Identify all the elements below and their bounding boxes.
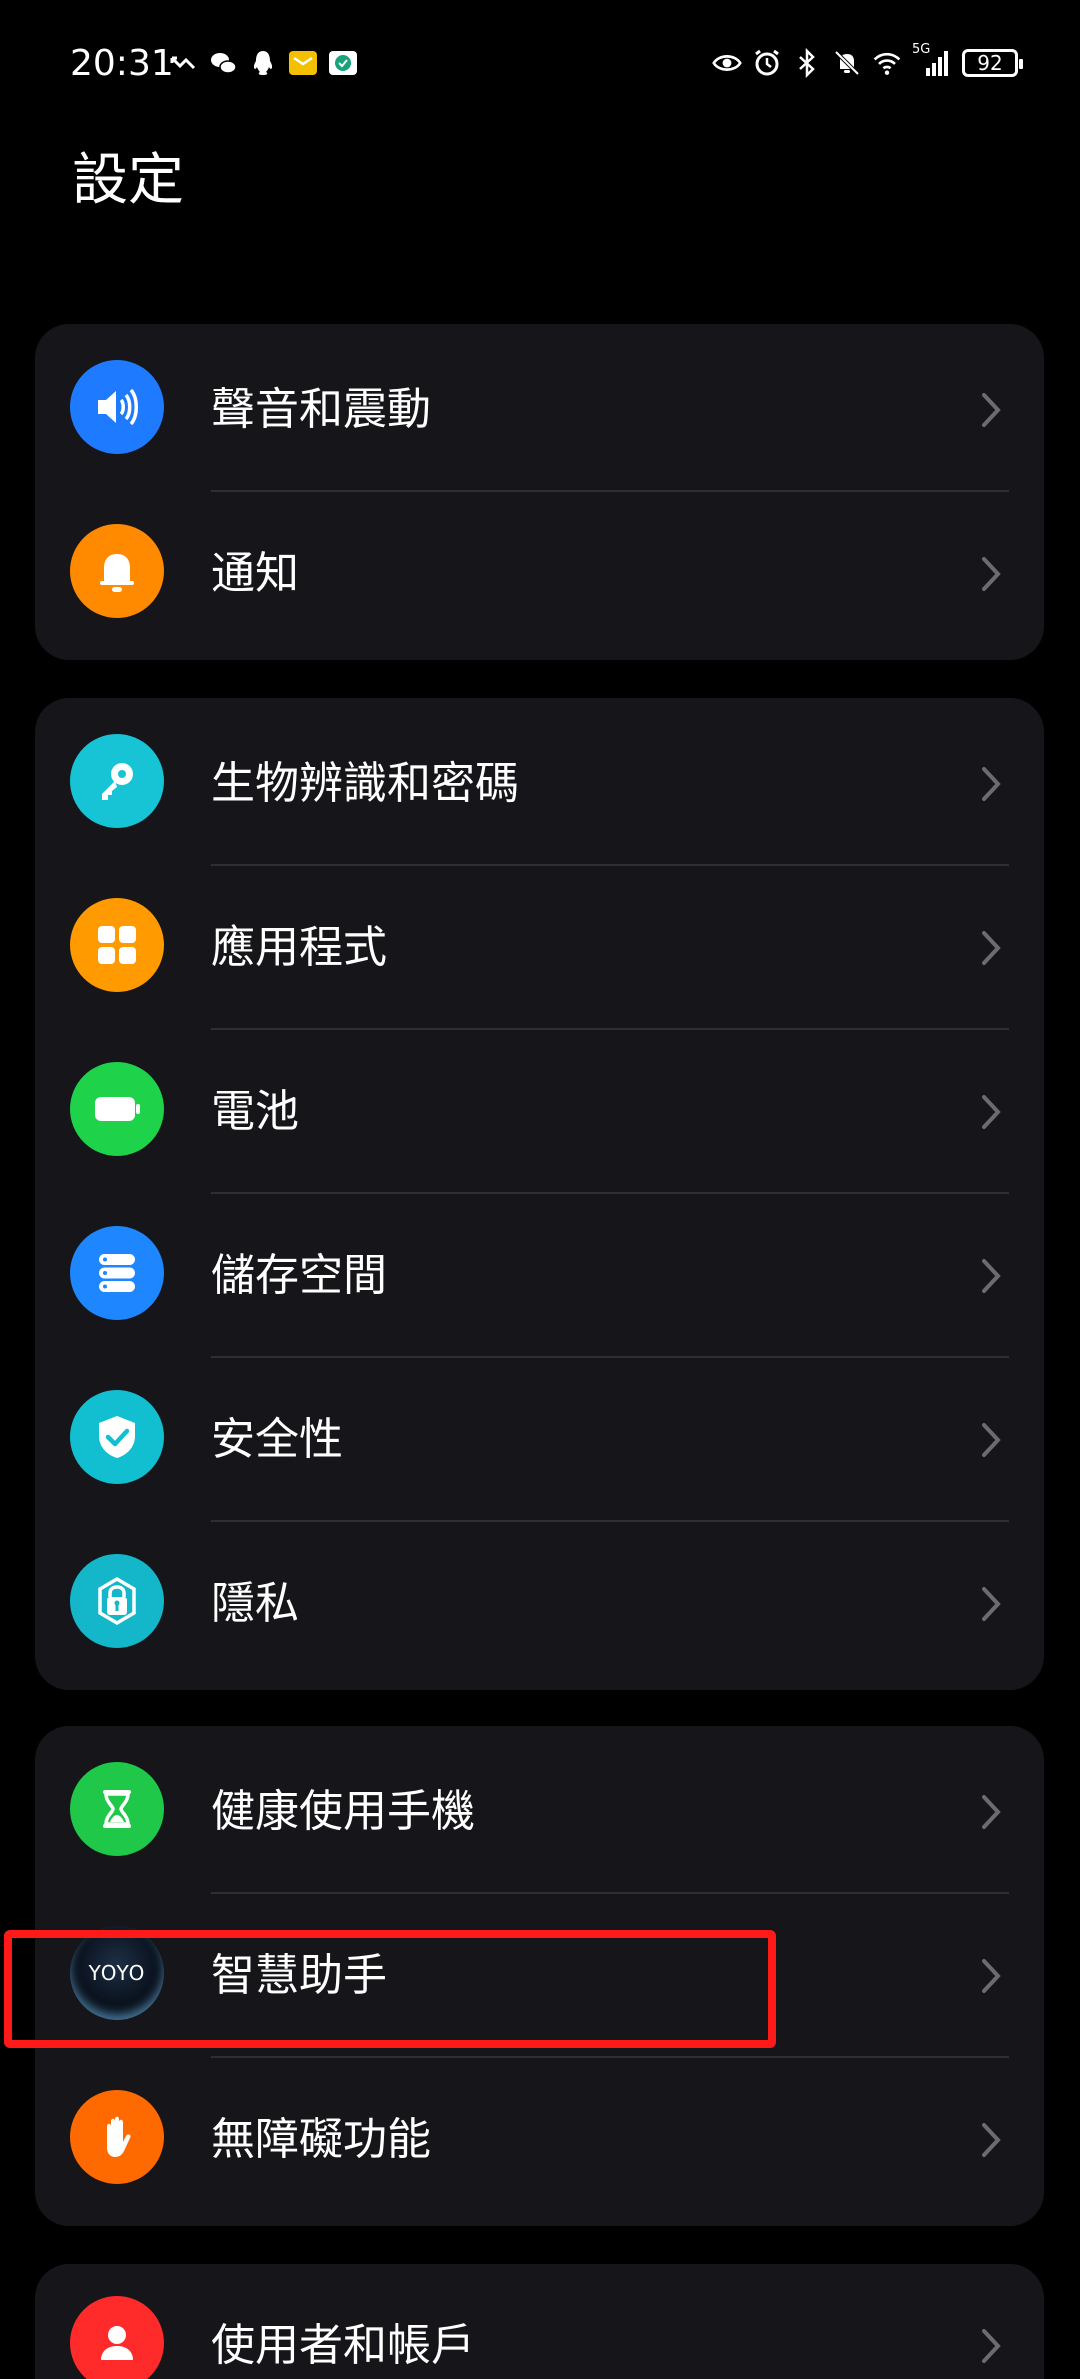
settings-item-battery[interactable]: 電池 [35,1030,1044,1194]
settings-group-system: 生物辨識和密碼 應用程式 電池 儲存空間 安全性 隱私 [35,698,1044,1690]
chevron-right-icon [978,1420,1004,1460]
settings-item-smart-assistant[interactable]: YOYO 智慧助手 [35,1894,1044,2058]
system-status-icons: 5G 92 [712,42,1023,78]
chevron-right-icon [978,928,1004,968]
settings-screen: 20:31 5G 92 設定 聲音和震動 通知 生物辨識和密碼 應用程式 電池 … [0,0,1080,2379]
settings-item-label: 隱私 [211,1578,299,1629]
app-notification-icon [328,48,358,78]
battery-icon [70,1062,164,1156]
qq-icon [248,48,278,78]
settings-item-notifications[interactable]: 通知 [35,492,1044,656]
chevron-right-icon [978,1792,1004,1832]
battery-level: 92 [977,51,1003,75]
settings-item-label: 使用者和帳戶 [211,2320,475,2371]
page-title: 設定 [72,148,184,213]
yoyo-assistant-icon: YOYO [70,1926,164,2020]
yoyo-icon-text: YOYO [88,1961,146,1985]
settings-group-accounts: 使用者和帳戶 [35,2264,1044,2379]
eye-comfort-icon [712,48,742,78]
chevron-right-icon [978,1092,1004,1132]
chevron-right-icon [978,554,1004,594]
key-icon [70,734,164,828]
hourglass-icon [70,1762,164,1856]
settings-item-users-accounts[interactable]: 使用者和帳戶 [35,2264,1044,2379]
alarm-icon [752,48,782,78]
chevron-right-icon [978,1256,1004,1296]
settings-item-apps[interactable]: 應用程式 [35,866,1044,1030]
bell-icon [70,524,164,618]
shield-check-icon [70,1390,164,1484]
status-bar: 20:31 5G 92 [0,0,1080,132]
silent-bell-icon [832,48,862,78]
status-time: 20:31 [70,43,174,84]
chevron-right-icon [978,2326,1004,2366]
settings-item-accessibility[interactable]: 無障礙功能 [35,2058,1044,2222]
mail-app-icon [288,48,318,78]
settings-item-label: 智慧助手 [211,1950,387,2001]
wechat-icon [208,48,238,78]
network-type-label: 5G [912,42,931,57]
wifi-icon [872,48,902,78]
settings-item-biometrics-password[interactable]: 生物辨識和密碼 [35,702,1044,866]
chevron-right-icon [978,2120,1004,2160]
settings-item-label: 無障礙功能 [211,2114,431,2165]
settings-group-wellbeing: 健康使用手機 YOYO 智慧助手 無障礙功能 [35,1726,1044,2226]
settings-group-sound-notify: 聲音和震動 通知 [35,324,1044,660]
missed-call-icon [168,48,198,78]
apps-grid-icon [70,898,164,992]
user-icon [70,2296,164,2379]
chevron-right-icon [978,764,1004,804]
chevron-right-icon [978,390,1004,430]
bluetooth-icon [792,48,822,78]
settings-item-label: 生物辨識和密碼 [211,758,519,809]
settings-item-label: 儲存空間 [211,1250,387,1301]
privacy-lock-icon [70,1554,164,1648]
speaker-icon [70,360,164,454]
settings-item-label: 通知 [211,548,299,599]
settings-item-label: 安全性 [211,1414,343,1465]
settings-item-sound-vibration[interactable]: 聲音和震動 [35,328,1044,492]
cellular-signal-icon: 5G [912,42,952,78]
settings-item-label: 聲音和震動 [211,384,431,435]
settings-item-label: 電池 [211,1086,299,1137]
battery-indicator: 92 [962,49,1023,77]
chevron-right-icon [978,1584,1004,1624]
settings-item-label: 應用程式 [211,922,387,973]
settings-item-privacy[interactable]: 隱私 [35,1522,1044,1686]
storage-icon [70,1226,164,1320]
hand-icon [70,2090,164,2184]
notification-icons [168,48,358,78]
settings-item-label: 健康使用手機 [211,1786,475,1837]
chevron-right-icon [978,1956,1004,1996]
settings-item-security[interactable]: 安全性 [35,1358,1044,1522]
settings-item-storage[interactable]: 儲存空間 [35,1194,1044,1358]
settings-item-digital-wellbeing[interactable]: 健康使用手機 [35,1730,1044,1894]
